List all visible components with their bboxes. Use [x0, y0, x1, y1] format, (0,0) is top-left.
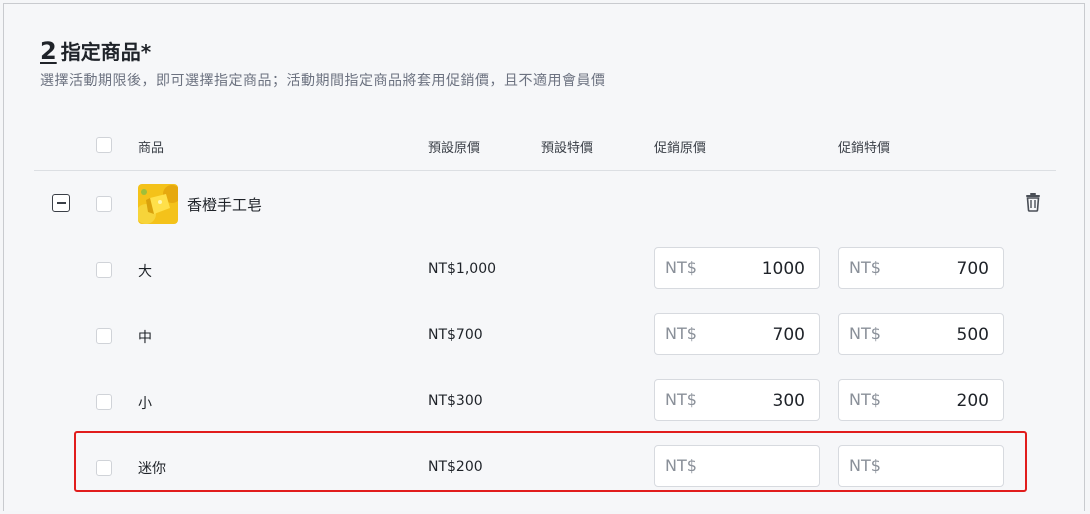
promo-price-input[interactable]: NT$ 700	[654, 313, 820, 355]
promo-special-value: 200	[956, 391, 989, 411]
currency-prefix: NT$	[849, 258, 881, 277]
collapse-toggle-button[interactable]	[52, 194, 70, 212]
section-title-text: 指定商品*	[60, 40, 152, 64]
section-description: 選擇活動期限後，即可選擇指定商品；活動期間指定商品將套用促銷價，且不適用會員價	[40, 73, 606, 89]
product-name: 香橙手工皂	[187, 196, 263, 214]
currency-prefix: NT$	[665, 258, 697, 277]
variant-default-price: NT$1,000	[428, 261, 497, 277]
currency-prefix: NT$	[665, 324, 697, 343]
variant-checkbox[interactable]	[96, 262, 112, 278]
promo-price-value: 1000	[761, 259, 805, 279]
promo-price-input[interactable]: NT$ 1000	[654, 247, 820, 289]
variant-checkbox[interactable]	[96, 394, 112, 410]
variant-checkbox[interactable]	[96, 328, 112, 344]
trash-icon[interactable]	[1024, 192, 1042, 212]
promo-special-value: 500	[956, 325, 989, 345]
promo-price-value: 300	[772, 391, 805, 411]
variant-default-price: NT$700	[428, 327, 483, 343]
variant-name: 小	[138, 396, 152, 412]
header-promo-special: 促銷特價	[838, 141, 891, 156]
variant-name: 大	[138, 264, 152, 280]
promo-special-input[interactable]: NT$ 700	[838, 247, 1004, 289]
product-checkbox[interactable]	[96, 196, 112, 212]
highlight-box	[74, 431, 1027, 492]
soap-thumbnail-icon	[138, 184, 178, 224]
header-divider	[34, 170, 1056, 171]
currency-prefix: NT$	[849, 324, 881, 343]
header-product: 商品	[138, 141, 165, 156]
currency-prefix: NT$	[849, 390, 881, 409]
currency-prefix: NT$	[665, 390, 697, 409]
section-title: 2 指定商品*	[40, 36, 151, 65]
header-default-price: 預設原價	[428, 141, 481, 156]
promo-special-value: 700	[956, 259, 989, 279]
variant-default-price: NT$300	[428, 393, 483, 409]
promo-special-input[interactable]: NT$ 200	[838, 379, 1004, 421]
select-all-checkbox[interactable]	[96, 137, 112, 153]
header-default-special: 預設特價	[541, 141, 594, 156]
promo-price-value: 700	[772, 325, 805, 345]
promo-special-input[interactable]: NT$ 500	[838, 313, 1004, 355]
promo-price-input[interactable]: NT$ 300	[654, 379, 820, 421]
section-number: 2	[40, 37, 57, 65]
header-promo-price: 促銷原價	[654, 141, 707, 156]
variant-name: 中	[138, 330, 152, 346]
